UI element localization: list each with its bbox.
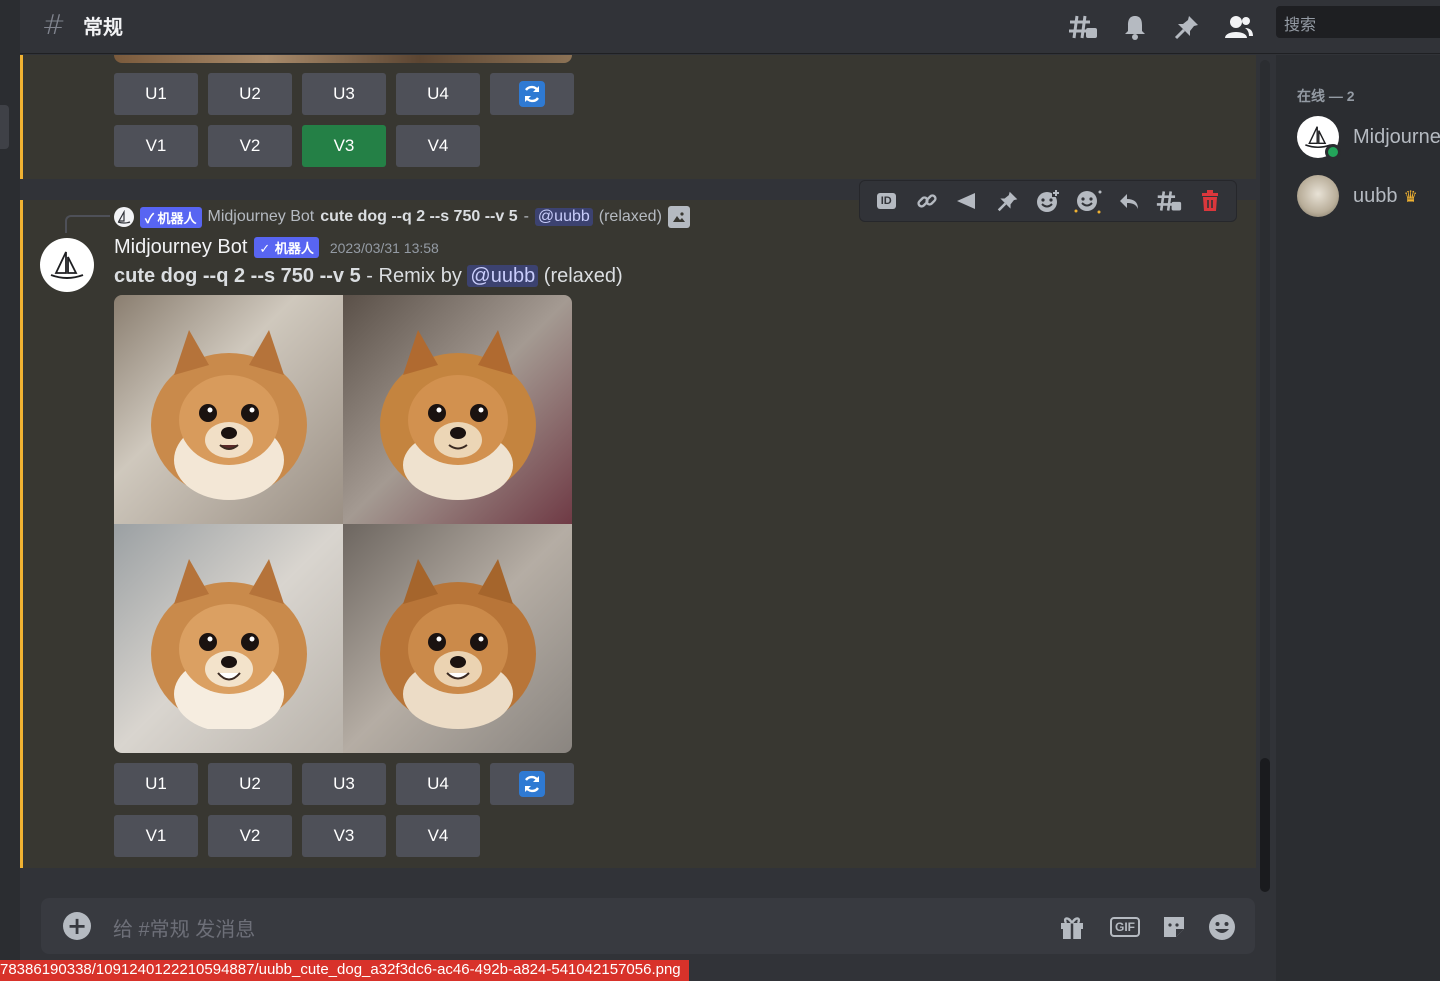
member-avatar <box>1297 116 1341 160</box>
previous-image-bottom <box>114 55 572 63</box>
pomeranian-image <box>151 559 307 729</box>
channel-header: # 常规 搜索 <box>20 0 1440 54</box>
pin-icon[interactable] <box>993 186 1023 216</box>
reply-author[interactable]: Midjourney Bot <box>208 208 315 226</box>
message-composer[interactable]: + 给 #常规 发消息 GIF <box>41 898 1255 954</box>
add-reaction-icon[interactable] <box>1033 186 1063 216</box>
gift-icon[interactable] <box>1057 912 1087 942</box>
reply-mention[interactable]: @uubb <box>534 208 593 226</box>
member-item-uubb[interactable]: uubb ♛ <box>1297 174 1418 218</box>
link-preview-statusbar: 78386190338/1091240122210594887/uubb_cut… <box>0 960 689 981</box>
search-input[interactable]: 搜索 <box>1276 6 1440 38</box>
pin-icon[interactable] <box>1170 10 1204 44</box>
message-actions-toolbar: ID <box>859 180 1237 222</box>
id-icon[interactable]: ID <box>871 186 901 216</box>
message-input[interactable]: 给 #常规 发消息 <box>113 913 255 942</box>
prev-u2-button[interactable]: U2 <box>208 73 292 115</box>
server-owner-crown-icon: ♛ <box>1403 186 1418 206</box>
reply-prompt: cute dog --q 2 --s 750 --v 5 <box>320 208 518 225</box>
reply-bot-badge: ✓ 机器人 <box>140 206 202 228</box>
thread-icon[interactable] <box>1154 186 1184 216</box>
attach-plus-icon[interactable]: + <box>63 912 91 940</box>
bot-badge: ✓ 机器人 <box>254 237 319 258</box>
reply-mode: (relaxed) <box>598 208 662 225</box>
prev-v1-button[interactable]: V1 <box>114 125 198 167</box>
member-list-header: 在线 — 2 <box>1297 88 1355 104</box>
pomeranian-image <box>380 330 536 500</box>
member-list: 在线 — 2 Midjourney Bot uubb ♛ <box>1276 55 1440 981</box>
prev-v3-button[interactable]: V3 <box>302 125 386 167</box>
channel-hash-icon: # <box>42 8 66 41</box>
message-header: Midjourney Bot ✓ 机器人 2023/03/31 13:58 <box>114 236 439 259</box>
prev-u1-button[interactable]: U1 <box>114 73 198 115</box>
member-item-midjourney-bot[interactable]: Midjourney Bot <box>1297 115 1440 160</box>
author-avatar[interactable] <box>40 238 94 292</box>
prev-reroll-button[interactable] <box>490 73 574 115</box>
delete-icon[interactable] <box>1195 186 1225 216</box>
chat-scrollbar-thumb[interactable] <box>1260 758 1270 892</box>
pomeranian-image <box>380 559 536 729</box>
message-prompt: cute dog --q 2 --s 750 --v 5 <box>114 265 361 287</box>
v2-button[interactable]: V2 <box>208 815 292 857</box>
image-cell-4[interactable] <box>343 524 572 753</box>
generated-image-grid[interactable] <box>114 295 572 753</box>
channel-name: 常规 <box>83 15 123 39</box>
link-icon[interactable] <box>912 186 942 216</box>
reroll-button[interactable] <box>490 763 574 805</box>
image-attachment-icon <box>667 206 690 228</box>
server-pill <box>0 105 9 149</box>
emoji-icon[interactable] <box>1207 912 1237 942</box>
remix-text: - Remix by <box>366 265 462 287</box>
reroll-icon <box>519 771 545 797</box>
author-name[interactable]: Midjourney Bot <box>114 236 247 259</box>
prev-u3-button[interactable]: U3 <box>302 73 386 115</box>
v3-button[interactable]: V3 <box>302 815 386 857</box>
gif-icon[interactable]: GIF <box>1108 912 1142 942</box>
message-timestamp[interactable]: 2023/03/31 13:58 <box>330 240 439 256</box>
threads-icon[interactable] <box>1066 10 1100 44</box>
u3-button[interactable]: U3 <box>302 763 386 805</box>
message-mode: (relaxed) <box>543 265 623 287</box>
image-cell-2[interactable] <box>343 295 572 524</box>
prev-v4-button[interactable]: V4 <box>396 125 480 167</box>
notification-bell-icon[interactable] <box>1118 10 1152 44</box>
reply-reference[interactable]: ✓ 机器人 Midjourney Bot cute dog --q 2 --s … <box>114 205 690 229</box>
u2-button[interactable]: U2 <box>208 763 292 805</box>
member-name: Midjourney Bot <box>1353 125 1440 148</box>
server-sidebar-edge <box>0 0 20 981</box>
v4-button[interactable]: V4 <box>396 815 480 857</box>
reroll-icon <box>519 81 545 107</box>
member-list-icon[interactable] <box>1222 10 1256 44</box>
reply-separator: - <box>523 208 529 225</box>
message-mention[interactable]: @uubb <box>467 265 539 287</box>
pomeranian-image <box>151 330 307 500</box>
reply-spine <box>65 215 110 233</box>
prev-v2-button[interactable]: V2 <box>208 125 292 167</box>
member-name: uubb <box>1353 184 1398 207</box>
v1-button[interactable]: V1 <box>114 815 198 857</box>
image-cell-3[interactable] <box>114 524 343 753</box>
online-status-icon <box>1325 144 1341 160</box>
u1-button[interactable]: U1 <box>114 763 198 805</box>
reply-icon[interactable] <box>1114 186 1144 216</box>
member-avatar <box>1297 175 1339 217</box>
previous-message-highlight <box>20 55 1256 179</box>
reply-avatar <box>114 207 134 227</box>
image-cell-1[interactable] <box>114 295 343 524</box>
megaphone-icon[interactable] <box>952 186 982 216</box>
sticker-icon[interactable] <box>1159 912 1189 942</box>
message-content: cute dog --q 2 --s 750 --v 5 - Remix by … <box>114 265 623 288</box>
u4-button[interactable]: U4 <box>396 763 480 805</box>
super-reaction-icon[interactable] <box>1073 186 1103 216</box>
prev-u4-button[interactable]: U4 <box>396 73 480 115</box>
